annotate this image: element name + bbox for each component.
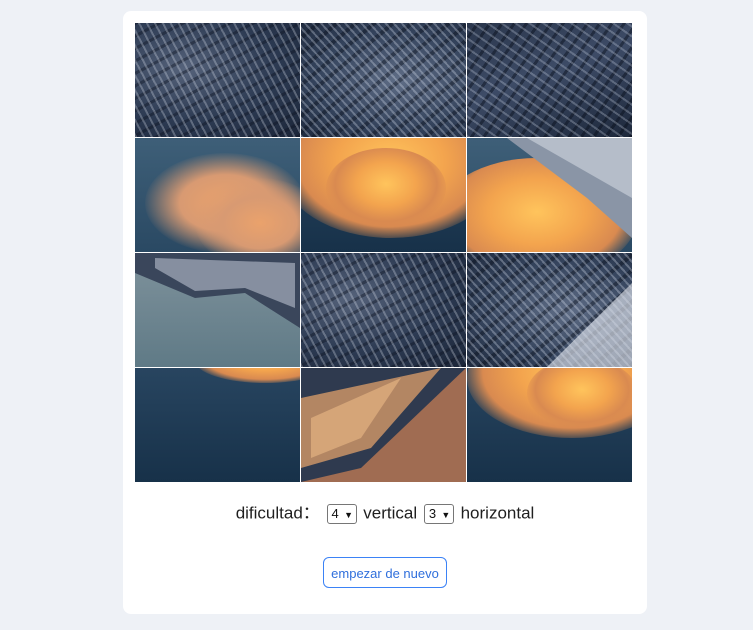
puzzle-tile[interactable]	[301, 368, 466, 482]
horizontal-select-value: 3	[428, 505, 437, 521]
puzzle-board	[135, 23, 632, 482]
puzzle-tile[interactable]	[467, 23, 632, 137]
puzzle-tile[interactable]	[301, 138, 466, 252]
vertical-select-value: 4	[331, 505, 339, 521]
difficulty-controls: dificultad： 4 ▼ vertical 3 ▼ horizontal	[123, 501, 647, 526]
chevron-down-icon: ▼	[441, 509, 451, 520]
vertical-select[interactable]: 4 ▼	[326, 503, 357, 524]
puzzle-tile[interactable]	[301, 253, 466, 367]
puzzle-tile[interactable]	[467, 253, 632, 367]
puzzle-tile[interactable]	[467, 368, 632, 482]
horizontal-label: horizontal	[460, 503, 535, 523]
puzzle-tile[interactable]	[135, 138, 300, 252]
puzzle-tile[interactable]	[135, 23, 300, 137]
chevron-down-icon: ▼	[344, 509, 353, 520]
vertical-label: vertical	[363, 503, 418, 523]
puzzle-tile[interactable]	[301, 23, 466, 137]
difficulty-label: dificultad：	[235, 503, 320, 523]
puzzle-tile[interactable]	[467, 138, 632, 252]
puzzle-tile[interactable]	[135, 368, 300, 482]
puzzle-tile[interactable]	[135, 253, 300, 367]
game-card: dificultad： 4 ▼ vertical 3 ▼ horizontal em…	[123, 11, 647, 614]
horizontal-select[interactable]: 3 ▼	[423, 503, 454, 524]
restart-button[interactable]: empezar de nuevo	[323, 557, 447, 588]
